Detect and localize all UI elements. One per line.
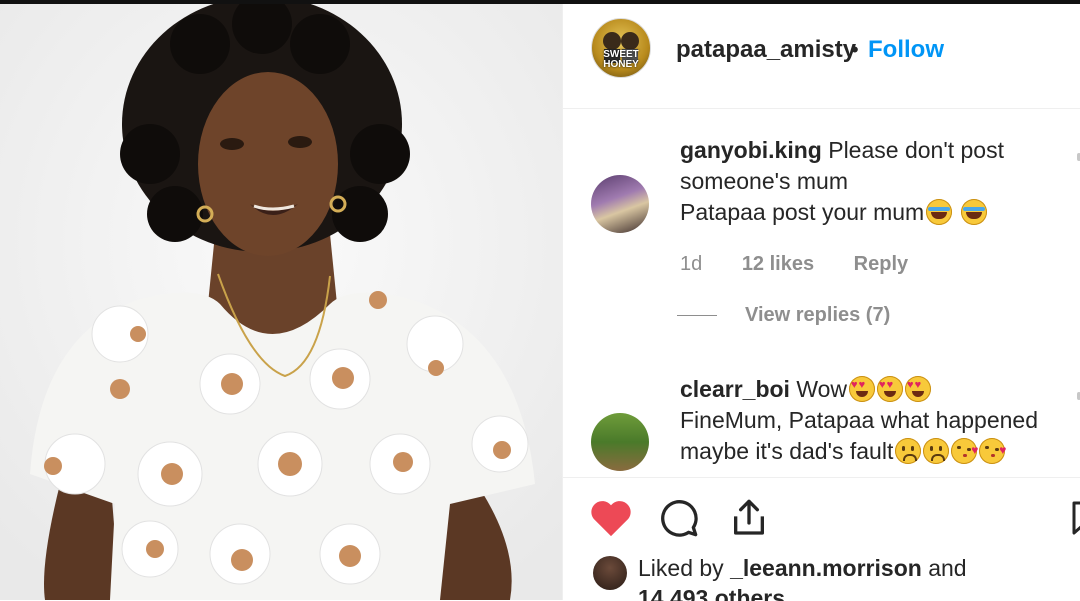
heart-eyes-emoji <box>877 376 904 402</box>
author-avatar[interactable]: SWEET HONEY <box>591 18 651 78</box>
view-replies-button[interactable]: View replies (7) <box>677 304 890 327</box>
liked-by-and: and <box>928 555 967 581</box>
comment-text: clearr_boi Wow FineMum, Patapaa what hap… <box>680 374 1060 467</box>
comments-list[interactable]: ganyobi.king Please don't post someone's… <box>563 109 1080 476</box>
view-replies-label: View replies (7) <box>745 304 891 326</box>
post-side-panel: SWEET HONEY patapaa_amisty • Follow gany… <box>562 4 1080 601</box>
comment-likes[interactable]: 12 likes <box>742 253 814 275</box>
liker-avatar[interactable] <box>593 556 627 590</box>
comment-line-3: maybe it's dad's fault <box>680 438 894 464</box>
commenter-avatar[interactable] <box>591 413 649 471</box>
commenter-avatar[interactable] <box>591 175 649 233</box>
comment-line-3: Patapaa post your mum <box>680 199 925 225</box>
frowning-emoji <box>895 438 922 464</box>
comment-line-2: FineMum, Patapaa what happened <box>680 407 1039 433</box>
reply-button[interactable]: Reply <box>854 253 908 275</box>
post-photo[interactable] <box>0 4 562 600</box>
author-username[interactable]: patapaa_amisty <box>676 36 856 64</box>
comment-line-1: Wow <box>796 376 848 402</box>
bookmark-icon[interactable] <box>1071 498 1080 538</box>
comment-username[interactable]: clearr_boi <box>680 376 790 402</box>
header-separator: • <box>851 37 859 62</box>
heart-eyes-emoji <box>849 376 876 402</box>
grinning-squinting-tears-emoji <box>926 199 953 225</box>
comment-line-2: someone's mum <box>680 168 849 194</box>
replies-divider-line <box>677 315 717 317</box>
liked-by-prefix: Liked by <box>638 555 724 581</box>
heart-icon[interactable] <box>589 498 633 538</box>
heart-eyes-emoji <box>905 376 932 402</box>
post-header: SWEET HONEY patapaa_amisty • Follow <box>563 4 1080 109</box>
comment-icon[interactable] <box>659 498 699 538</box>
liked-by-text: Liked by _leeann.morrison and 14,493 oth… <box>638 553 1058 601</box>
post-actions: Liked by _leeann.morrison and 14,493 oth… <box>563 477 1080 601</box>
comment-age: 1d <box>680 253 703 275</box>
grinning-squinting-tears-emoji <box>960 199 987 225</box>
share-icon[interactable] <box>729 498 769 538</box>
liked-by-username[interactable]: _leeann.morrison <box>730 555 922 581</box>
likes-count[interactable]: 14,493 others <box>638 585 785 601</box>
comment-meta: 1d 12 likes Reply <box>680 253 942 276</box>
blowing-kiss-emoji <box>951 435 978 466</box>
comment-line-1: Please don't post <box>828 137 1004 163</box>
comment-text: ganyobi.king Please don't post someone's… <box>680 135 1060 228</box>
avatar-caption: SWEET HONEY <box>603 49 639 70</box>
follow-button[interactable]: Follow <box>868 36 944 64</box>
post-photo-image <box>0 4 562 600</box>
comment-username[interactable]: ganyobi.king <box>680 137 822 163</box>
blowing-kiss-emoji <box>979 435 1006 466</box>
frowning-emoji <box>923 438 950 464</box>
